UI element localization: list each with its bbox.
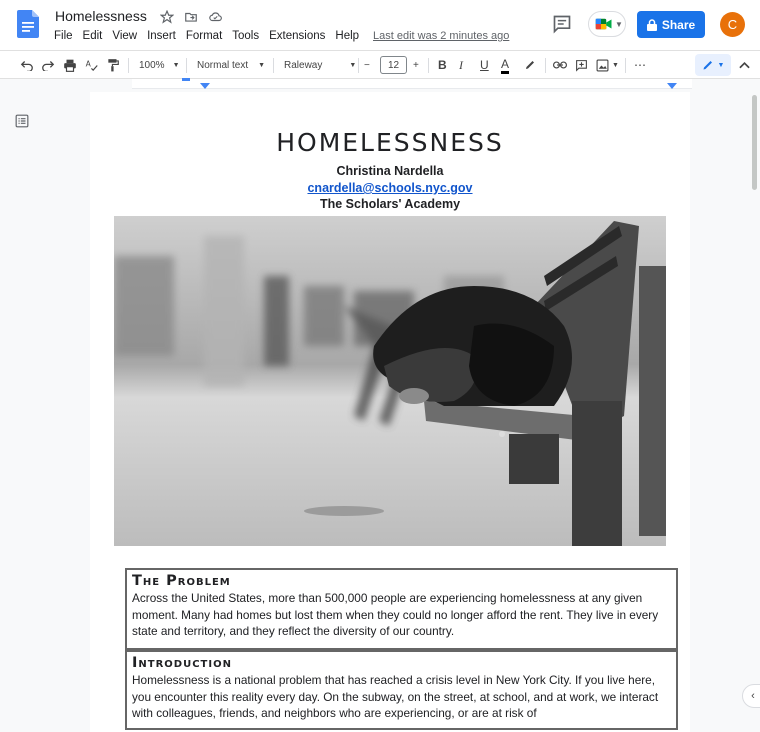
link-icon[interactable]	[553, 57, 567, 73]
chevron-down-icon: ▼	[172, 61, 180, 69]
meet-icon	[595, 18, 612, 30]
move-folder-icon[interactable]	[183, 9, 199, 25]
comment-icon[interactable]	[552, 14, 572, 34]
highlight-icon[interactable]	[524, 57, 536, 73]
spellcheck-icon[interactable]: A	[85, 57, 99, 73]
top-bar: Homelessness File Edit View Insert Forma…	[0, 0, 760, 50]
paint-format-icon[interactable]	[107, 57, 119, 73]
chevron-left-icon: ‹	[751, 690, 755, 702]
underline-button[interactable]: U	[480, 57, 489, 73]
avatar[interactable]: C	[720, 12, 745, 37]
separator	[358, 58, 359, 73]
font-select[interactable]: Raleway ▼	[284, 57, 357, 73]
italic-button[interactable]: I	[459, 57, 463, 73]
font-size-input[interactable]: 12	[380, 56, 407, 74]
zoom-select[interactable]: 100% ▼	[139, 57, 181, 73]
chevron-down-icon: ▼	[258, 61, 266, 69]
school-name: The Scholars' Academy	[319, 197, 461, 211]
separator	[186, 58, 187, 73]
menu-view[interactable]: View	[112, 30, 137, 42]
side-panel-toggle[interactable]: ‹	[742, 684, 760, 708]
font-value: Raleway	[284, 59, 323, 71]
formatting-toolbar: A 100% ▼ Normal text ▼ Raleway ▼ − 12 + B I…	[0, 50, 760, 79]
document-heading: HOMELESSNESS	[276, 128, 504, 157]
separator	[625, 58, 626, 73]
edit-mode-button[interactable]: ▼	[695, 54, 731, 76]
bold-button[interactable]: B	[438, 57, 447, 73]
menu-edit[interactable]: Edit	[83, 30, 103, 42]
separator	[545, 58, 546, 73]
cloud-status-icon[interactable]	[207, 9, 223, 25]
chevron-down-icon: ▼	[615, 19, 623, 29]
document-title[interactable]: Homelessness	[55, 8, 147, 24]
more-button[interactable]: ⋯	[634, 57, 646, 73]
title-icons	[159, 9, 223, 25]
redo-icon[interactable]	[41, 57, 55, 73]
homeless-photo[interactable]	[114, 216, 666, 546]
menu-help[interactable]: Help	[335, 30, 359, 42]
last-edit-link[interactable]: Last edit was 2 minutes ago	[373, 30, 509, 42]
zoom-value: 100%	[139, 59, 165, 71]
separator	[428, 58, 429, 73]
collapse-icon[interactable]	[739, 57, 750, 73]
outline-icon[interactable]	[15, 114, 29, 128]
author-email-link[interactable]: cnardella@schools.nyc.gov	[0, 181, 760, 195]
section-the-problem: The Problem Across the United States, mo…	[125, 568, 678, 650]
separator	[128, 58, 129, 73]
right-margin-marker[interactable]	[667, 83, 677, 89]
image-icon[interactable]: ▼	[596, 57, 619, 73]
print-icon[interactable]	[63, 57, 77, 73]
undo-icon[interactable]	[20, 57, 34, 73]
share-label: Share	[661, 17, 696, 32]
text-color-button[interactable]: A	[501, 57, 510, 74]
chevron-down-icon: ▼	[612, 61, 619, 69]
add-comment-icon[interactable]	[575, 57, 588, 73]
chevron-down-icon: ▼	[349, 61, 357, 69]
indent-marker[interactable]	[182, 78, 190, 81]
chevron-down-icon: ▼	[717, 61, 725, 69]
section-text: Homelessness is a national problem that …	[132, 673, 659, 720]
decrease-font-size-button[interactable]: −	[364, 57, 370, 73]
style-select[interactable]: Normal text ▼	[197, 57, 267, 73]
docs-logo-icon[interactable]	[17, 10, 39, 38]
menu-extensions[interactable]: Extensions	[269, 30, 325, 42]
star-icon[interactable]	[159, 9, 175, 25]
vertical-scrollbar[interactable]	[752, 95, 757, 190]
menu-format[interactable]: Format	[186, 30, 222, 42]
menu-tools[interactable]: Tools	[232, 30, 259, 42]
menu-file[interactable]: File	[54, 30, 73, 42]
share-button[interactable]: Share	[637, 11, 705, 38]
ruler	[132, 78, 692, 89]
section-introduction: Introduction Homelessness is a national …	[125, 650, 678, 730]
meet-button[interactable]: ▼	[588, 11, 626, 37]
svg-text:A: A	[86, 59, 92, 68]
menu-insert[interactable]: Insert	[147, 30, 176, 42]
lock-icon	[646, 18, 657, 31]
edit-mode-icon	[703, 61, 712, 70]
section-title: Introduction	[132, 655, 232, 671]
menu-bar: File Edit View Insert Format Tools Exten…	[54, 30, 369, 42]
increase-font-size-button[interactable]: +	[413, 57, 419, 73]
left-margin-marker[interactable]	[200, 83, 210, 89]
style-value: Normal text	[197, 59, 249, 71]
separator	[273, 58, 274, 73]
section-title: The Problem	[132, 573, 231, 589]
author-name: Christina Nardella	[336, 164, 444, 178]
section-text: Across the United States, more than 500,…	[132, 591, 659, 638]
